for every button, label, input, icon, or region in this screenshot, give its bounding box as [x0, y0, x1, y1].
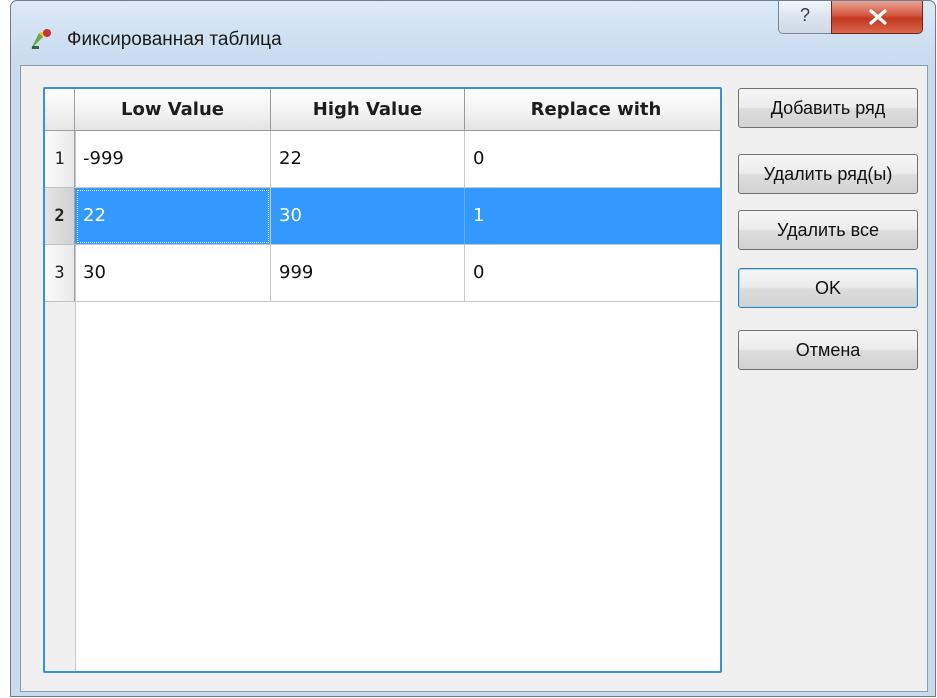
- delete-rows-button[interactable]: Удалить ряд(ы): [738, 154, 918, 194]
- cell-high-value[interactable]: 22: [271, 131, 465, 188]
- cell-replace-with[interactable]: 0: [465, 245, 720, 302]
- column-header-replace-with[interactable]: Replace with: [465, 89, 720, 131]
- help-button[interactable]: ?: [778, 1, 832, 34]
- dialog-body: Low Value High Value Replace with 1 -999…: [20, 65, 928, 692]
- add-row-button[interactable]: Добавить ряд: [738, 88, 918, 128]
- cell-high-value[interactable]: 30: [271, 188, 465, 245]
- row-header-1[interactable]: 1: [45, 131, 75, 188]
- row-header-2[interactable]: 2: [45, 188, 75, 245]
- cell-replace-with[interactable]: 0: [465, 131, 720, 188]
- cell-low-value[interactable]: -999: [75, 131, 271, 188]
- close-button[interactable]: [831, 1, 923, 34]
- cell-low-value[interactable]: 22: [75, 188, 271, 245]
- dialog-window: Фиксированная таблица ? Low Value High V…: [10, 0, 936, 697]
- close-icon: [869, 9, 887, 25]
- delete-all-button[interactable]: Удалить все: [738, 210, 918, 250]
- window-title: Фиксированная таблица: [67, 29, 282, 50]
- ok-button[interactable]: OK: [738, 268, 918, 308]
- column-header-high-value[interactable]: High Value: [271, 89, 465, 131]
- title-bar[interactable]: Фиксированная таблица ?: [11, 1, 935, 65]
- ranges-table[interactable]: Low Value High Value Replace with 1 -999…: [43, 87, 722, 673]
- cell-replace-with[interactable]: 1: [465, 188, 720, 245]
- table-corner[interactable]: [45, 89, 75, 131]
- column-header-low-value[interactable]: Low Value: [75, 89, 271, 131]
- question-mark-icon: ?: [799, 5, 810, 25]
- cell-high-value[interactable]: 999: [271, 245, 465, 302]
- cancel-button[interactable]: Отмена: [738, 330, 918, 370]
- row-header-3[interactable]: 3: [45, 245, 75, 302]
- cell-low-value[interactable]: 30: [75, 245, 271, 302]
- app-icon: [31, 29, 51, 49]
